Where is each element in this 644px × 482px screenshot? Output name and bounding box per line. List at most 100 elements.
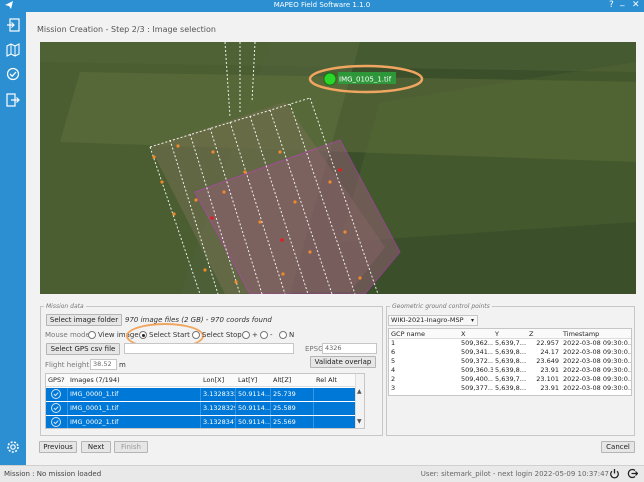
epsg-field[interactable]: 4326: [322, 343, 377, 354]
gcp-name: 5: [391, 357, 396, 365]
flight-height-label: Flight height:: [45, 361, 92, 369]
export-icon[interactable]: [4, 93, 22, 111]
gcp-x: 509,377...: [461, 384, 493, 392]
minimize-button[interactable]: _: [620, 0, 625, 7]
gcp-header-x: X: [461, 330, 466, 338]
gcp-x: 509,341...: [461, 348, 493, 356]
title-bar: MAPEO Field Software 1.1.0 ? _ ✕: [0, 0, 644, 12]
header-images: Images (7/194): [70, 376, 120, 384]
gps-check-icon: [46, 416, 68, 428]
gcp-header-y: Y: [495, 330, 499, 338]
gcp-table-row[interactable]: 6 509,341... 5,639,8... 24.17 2022-03-08 09:…: [389, 348, 631, 357]
flight-height-unit: m: [119, 361, 126, 369]
gcp-y: 5,639,8...: [495, 357, 527, 365]
gcp-dataset-value: WIKI-2021-Inagro-MSP: [391, 316, 464, 324]
row-alt: 25.569: [271, 416, 314, 428]
row-lat: 50.9114...: [236, 402, 271, 415]
gcp-table-header: GCP name X Y Z Timestamp: [389, 329, 631, 339]
check-circle-icon[interactable]: [4, 67, 22, 85]
gcp-table-row[interactable]: 1 509,362... 5,639,7... 22.957 2022-03-08 09…: [389, 339, 631, 348]
help-button[interactable]: ?: [609, 0, 614, 10]
selected-image-marker[interactable]: [323, 72, 337, 86]
gcp-z: 23.91: [540, 366, 559, 374]
gcp-table-row[interactable]: 4 509,360.3 5,639,8... 23.91 2022-03-08 09:3…: [389, 366, 631, 375]
radio-north[interactable]: [279, 331, 287, 339]
cancel-button[interactable]: Cancel: [601, 441, 635, 453]
mode-north-label: N: [289, 331, 295, 339]
gcp-table-row[interactable]: 3 509,377... 5,639,8... 23.91 2022-03-08 09:…: [389, 384, 631, 393]
row-rel-alt: [314, 416, 356, 428]
row-lat: 50.9114...: [236, 416, 271, 428]
gcp-table-row[interactable]: 5 509,372... 5,639,8... 23.649 2022-03-08 09…: [389, 357, 631, 366]
gps-check-icon: [46, 402, 68, 415]
folder-info-text: 970 image files (2 GB) - 970 coords foun…: [125, 316, 272, 324]
gcp-timestamp: 2022-03-08 09:30:0...: [563, 348, 632, 356]
gcp-timestamp: 2022-03-08 09:30:0...: [563, 375, 632, 383]
images-table: GPS? Images (7/194) Lon[X] Lat[Y] Alt[Z]…: [45, 373, 365, 429]
settings-icon[interactable]: [4, 440, 22, 458]
radio-select-stop[interactable]: [192, 331, 200, 339]
table-row[interactable]: IMG_0002_1.tif 3.1328347 50.9114... 25.5…: [46, 416, 364, 428]
gcp-table: GCP name X Y Z Timestamp 1 509,362... 5,63…: [388, 328, 632, 396]
mission-data-legend: Mission data: [46, 303, 84, 310]
map-icon[interactable]: [4, 43, 22, 61]
images-table-scrollbar[interactable]: ▲ ▼: [355, 374, 364, 428]
header-lat: Lat[Y]: [238, 376, 258, 384]
scroll-down-icon[interactable]: ▼: [357, 418, 362, 425]
gcp-timestamp: 2022-03-08 09:30:0...: [563, 357, 632, 365]
user-login-status: User: sitemark_pilot - next login 2022-0…: [420, 470, 609, 478]
status-bar: Mission : No mission loaded User: sitema…: [0, 465, 644, 482]
chevron-down-icon: ▾: [470, 317, 474, 324]
table-row[interactable]: IMG_0001_1.tif 3.1328329 50.9114... 25.5…: [46, 402, 364, 415]
gcp-table-row[interactable]: 2 509,400... 5,639,7... 23.101 2022-03-08 09…: [389, 375, 631, 384]
row-image-name: IMG_0001_1.tif: [68, 402, 201, 415]
gcp-y: 5,639,8...: [495, 348, 527, 356]
gcp-legend: Geometric ground control points: [392, 303, 490, 310]
mouse-mode-label: Mouse mode: [45, 331, 90, 339]
mode-plus-label: +: [252, 331, 258, 339]
row-alt: 25.739: [271, 388, 314, 401]
radio-view-image[interactable]: [88, 331, 96, 339]
next-button[interactable]: Next: [81, 441, 111, 453]
logout-icon[interactable]: [627, 468, 639, 481]
gcp-y: 5,639,7...: [495, 339, 527, 347]
gcp-header-name: GCP name: [391, 330, 425, 338]
scroll-up-icon[interactable]: ▲: [357, 388, 362, 395]
row-rel-alt: [314, 388, 356, 401]
row-lon: 3.1328332: [201, 388, 236, 401]
import-icon[interactable]: [4, 18, 22, 36]
gcp-timestamp: 2022-03-08 09:30:0...: [563, 384, 632, 392]
gcp-z: 23.91: [540, 384, 559, 392]
step-title: Mission Creation - Step 2/3 : Image sele…: [37, 25, 216, 34]
epsg-label: EPSG: [305, 345, 324, 353]
map-view[interactable]: IMG_0105_1.tif: [40, 42, 636, 294]
gcp-dataset-select[interactable]: WIKI-2021-Inagro-MSP ▾: [388, 315, 478, 326]
selected-image-label: IMG_0105_1.tif: [339, 76, 392, 84]
power-icon[interactable]: [609, 468, 620, 481]
header-lon: Lon[X]: [203, 376, 225, 384]
finish-button[interactable]: Finish: [114, 441, 148, 453]
radio-zoom-out[interactable]: [260, 331, 268, 339]
gcp-timestamp: 2022-03-08 09:30:0...: [563, 366, 632, 374]
mission-status: Mission : No mission loaded: [4, 470, 102, 478]
select-gps-csv-button[interactable]: Select GPS csv file: [46, 343, 120, 355]
gcp-name: 6: [391, 348, 396, 356]
validate-overlap-button[interactable]: Validate overlap: [310, 356, 376, 368]
mode-select-stop-label: Select Stop: [202, 331, 242, 339]
table-row[interactable]: IMG_0000_1.tif 3.1328332 50.9114... 25.7…: [46, 388, 364, 401]
gps-csv-path-field[interactable]: [124, 343, 294, 354]
close-button[interactable]: ✕: [632, 0, 640, 10]
gcp-z: 24.17: [540, 348, 559, 356]
gcp-timestamp: 2022-03-08 09:30:0...: [563, 339, 632, 347]
gcp-z: 23.649: [536, 357, 559, 365]
row-image-name: IMG_0000_1.tif: [68, 388, 201, 401]
radio-zoom-in[interactable]: [242, 331, 250, 339]
previous-button[interactable]: Previous: [39, 441, 77, 453]
flight-height-field[interactable]: 38.52: [90, 359, 117, 370]
select-image-folder-button[interactable]: Select image folder: [46, 314, 122, 326]
gcp-x: 509,362...: [461, 339, 493, 347]
row-alt: 25.589: [271, 402, 314, 415]
window-title: MAPEO Field Software 1.1.0: [273, 1, 371, 9]
row-lat: 50.9114...: [236, 388, 271, 401]
gcp-z: 22.957: [536, 339, 559, 347]
